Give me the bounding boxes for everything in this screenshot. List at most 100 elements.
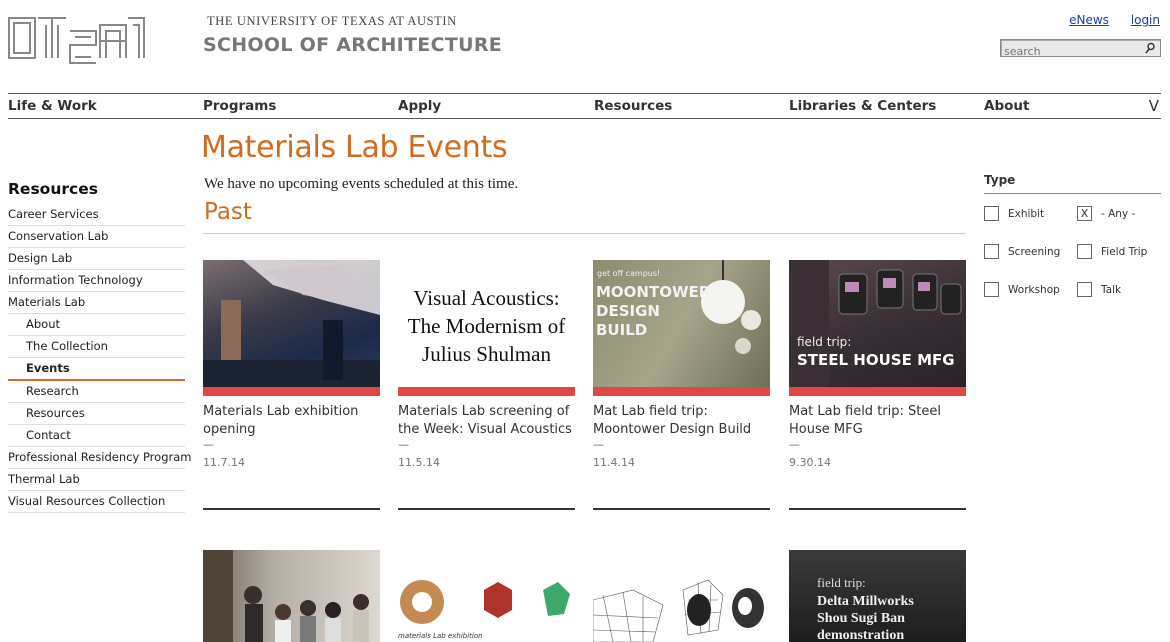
event-card[interactable]	[593, 550, 770, 642]
thumb-small-text: get off campus!	[597, 269, 661, 278]
event-accent-bar	[203, 387, 380, 396]
sidebar-item-the-collection[interactable]: The Collection	[8, 336, 185, 358]
nav-life-work[interactable]: Life & Work	[8, 98, 97, 114]
past-divider	[203, 233, 966, 234]
nav-about[interactable]: About	[984, 98, 1029, 114]
event-card[interactable]	[203, 550, 380, 642]
event-thumbnail[interactable]: materials Lab exhibition	[398, 550, 575, 642]
event-dash: —	[593, 438, 604, 451]
event-card[interactable]: Visual Acoustics: The Modernism of Juliu…	[398, 260, 575, 510]
event-thumbnail[interactable]	[203, 260, 380, 387]
sidebar-item-resources[interactable]: Resources	[8, 403, 185, 425]
page-title: Materials Lab Events	[201, 130, 508, 165]
thumb-text-line: Visual Acoustics:	[413, 286, 560, 310]
filter-any-checkbox[interactable]: X	[1077, 206, 1092, 221]
sidebar-item-research[interactable]: Research	[8, 381, 185, 403]
nav-resources[interactable]: Resources	[594, 98, 672, 114]
sidebar-item-design-lab[interactable]: Design Lab	[8, 248, 185, 270]
thumb-text-line: MOONTOWER	[596, 283, 711, 301]
thumb-text-line: Delta Millworks	[817, 594, 914, 609]
materials-illustration	[400, 580, 570, 624]
filter-workshop-checkbox[interactable]	[984, 282, 999, 297]
type-filter-divider	[984, 193, 1161, 194]
filter-field-trip-checkbox[interactable]	[1077, 244, 1092, 259]
event-card[interactable]: Materials Lab exhibition opening — 11.7.…	[203, 260, 380, 510]
thumb-text-line: STEEL HOUSE MFG	[797, 351, 955, 369]
thumb-text-line: Shou Sugi Ban	[817, 611, 905, 626]
filter-talk-checkbox[interactable]	[1077, 282, 1092, 297]
event-dash: —	[398, 438, 409, 451]
event-accent-bar	[398, 387, 575, 396]
event-divider	[593, 508, 770, 510]
nav-programs[interactable]: Programs	[203, 98, 276, 114]
event-thumbnail[interactable]	[593, 550, 770, 642]
filter-workshop-label: Workshop	[1008, 284, 1060, 296]
sidebar-item-about[interactable]: About	[8, 314, 185, 336]
nav-libraries-centers[interactable]: Libraries & Centers	[789, 98, 936, 114]
type-filter-heading: Type	[984, 173, 1016, 187]
past-heading: Past	[204, 199, 252, 225]
nav-apply[interactable]: Apply	[398, 98, 441, 114]
workshop-illustration	[203, 550, 369, 642]
no-events-message: We have no upcoming events scheduled at …	[204, 176, 519, 192]
search-input[interactable]	[1001, 43, 1141, 60]
login-link[interactable]: login	[1131, 13, 1160, 27]
event-dash: —	[789, 438, 800, 451]
event-title[interactable]: Mat Lab field trip: Moontower Design Bui…	[593, 403, 770, 439]
event-title[interactable]: Mat Lab field trip: Steel House MFG	[789, 403, 966, 439]
event-thumbnail[interactable]: get off campus! MOONTOWER DESIGN BUILD	[593, 260, 770, 387]
event-divider	[398, 508, 575, 510]
thumb-text-line: Julius Shulman	[422, 342, 551, 366]
main-nav: Life & Work Programs Apply Resources Lib…	[8, 93, 1161, 119]
event-title[interactable]: Materials Lab exhibition opening	[203, 403, 380, 439]
event-card[interactable]: get off campus! MOONTOWER DESIGN BUILD M…	[593, 260, 770, 510]
event-date: 11.5.14	[398, 456, 440, 469]
event-date: 11.4.14	[593, 456, 635, 469]
utility-links: eNews login	[1051, 13, 1160, 27]
event-accent-bar	[593, 387, 770, 396]
thumb-small-text: field trip:	[797, 335, 852, 349]
filter-exhibit-checkbox[interactable]	[984, 206, 999, 221]
event-card[interactable]: materials Lab exhibition	[398, 550, 575, 642]
event-title[interactable]: Materials Lab screening of the Week: Vis…	[398, 403, 575, 439]
thumb-small-text: materials Lab exhibition	[398, 632, 483, 640]
search-icon[interactable]	[1145, 42, 1155, 54]
sidebar-item-information-technology[interactable]: Information Technology	[8, 270, 185, 292]
event-date: 11.7.14	[203, 456, 245, 469]
sidebar-item-events[interactable]: Events	[8, 358, 185, 381]
thumb-small-text: field trip:	[817, 575, 866, 590]
filter-exhibit-label: Exhibit	[1008, 208, 1045, 220]
sidebar-item-career-services[interactable]: Career Services	[8, 204, 185, 226]
sidebar-item-professional-residency[interactable]: Professional Residency Program	[8, 447, 191, 469]
utsoa-logo[interactable]	[8, 17, 146, 71]
sidebar-item-thermal-lab[interactable]: Thermal Lab	[8, 469, 185, 491]
sidebar-item-visual-resources[interactable]: Visual Resources Collection	[8, 491, 185, 513]
filter-screening-label: Screening	[1008, 246, 1061, 258]
filter-any-label: - Any -	[1101, 208, 1136, 220]
event-thumbnail[interactable]: field trip: STEEL HOUSE MFG	[789, 260, 966, 387]
university-name: THE UNIVERSITY OF TEXAS AT AUSTIN	[207, 14, 457, 28]
event-accent-bar	[789, 387, 966, 396]
enews-link[interactable]: eNews	[1069, 13, 1109, 27]
event-dash: —	[203, 438, 214, 451]
event-date: 9.30.14	[789, 456, 831, 469]
thumb-text-line: The Modernism of	[407, 314, 566, 338]
event-divider	[789, 508, 966, 510]
sidebar-item-conservation-lab[interactable]: Conservation Lab	[8, 226, 185, 248]
event-thumbnail[interactable]	[203, 550, 380, 642]
school-name[interactable]: SCHOOL OF ARCHITECTURE	[203, 34, 502, 56]
sidebar-item-contact[interactable]: Contact	[8, 425, 185, 447]
search-box	[1000, 39, 1161, 60]
thumb-text-line: BUILD	[596, 321, 648, 339]
event-card[interactable]: field trip: STEEL HOUSE MFG Mat Lab fiel…	[789, 260, 966, 510]
event-thumbnail[interactable]: Visual Acoustics: The Modernism of Juliu…	[398, 260, 575, 387]
canopy-illustration	[203, 260, 380, 387]
filter-screening-checkbox[interactable]	[984, 244, 999, 259]
sidebar-item-materials-lab[interactable]: Materials Lab	[8, 292, 185, 314]
sidebar-heading: Resources	[8, 180, 98, 198]
event-card[interactable]: field trip: Delta Millworks Shou Sugi Ba…	[789, 550, 966, 642]
thumb-text-line: DESIGN	[596, 302, 660, 320]
filter-field-trip-label: Field Trip	[1101, 246, 1148, 258]
nav-expand-icon[interactable]: V	[1149, 97, 1159, 115]
event-thumbnail[interactable]: field trip: Delta Millworks Shou Sugi Ba…	[789, 550, 966, 642]
